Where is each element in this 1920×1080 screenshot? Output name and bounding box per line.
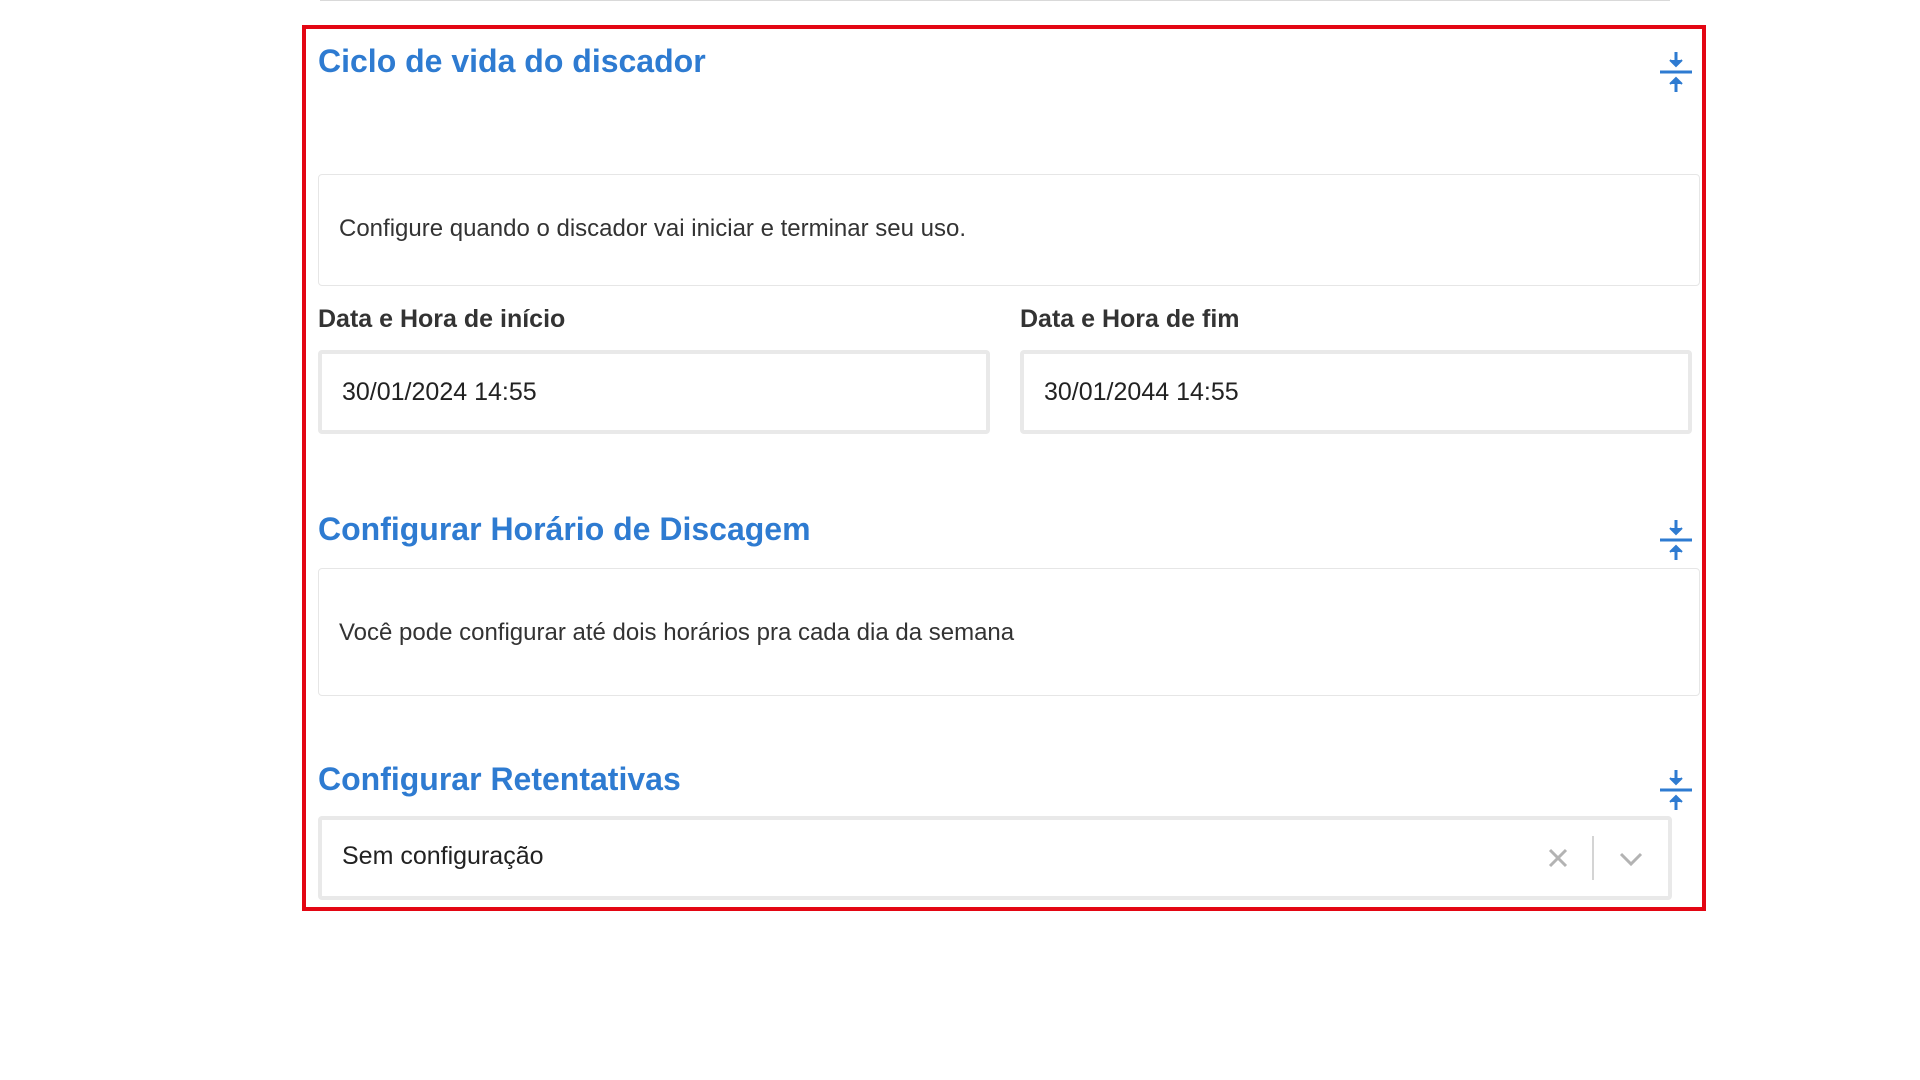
- end-datetime-input[interactable]: [1020, 350, 1692, 434]
- lifecycle-section-header: Ciclo de vida do discador: [318, 40, 1698, 92]
- end-datetime-label: Data e Hora de fim: [1020, 305, 1240, 333]
- top-divider: [320, 0, 1670, 1]
- lifecycle-section-title: Ciclo de vida do discador: [318, 43, 706, 79]
- schedule-section-header: Configurar Horário de Discagem: [318, 508, 1698, 560]
- schedule-description-box: Você pode configurar até dois horários p…: [318, 568, 1700, 696]
- start-datetime-label: Data e Hora de início: [318, 305, 566, 333]
- retries-section-header: Configurar Retentativas: [318, 758, 1698, 810]
- retries-section-title: Configurar Retentativas: [318, 761, 681, 797]
- schedule-collapse-button[interactable]: [1656, 516, 1696, 564]
- lifecycle-date-fields: Data e Hora de início Data e Hora de fim: [318, 302, 1698, 452]
- dialer-settings-panel: Ciclo de vida do discador Configure quan…: [318, 40, 1700, 900]
- page: Ciclo de vida do discador Configure quan…: [0, 0, 1920, 1080]
- retries-section: Configurar Retentativas Sem configuração: [318, 758, 1698, 900]
- collapse-vertical-icon: [1660, 52, 1692, 92]
- retries-collapse-button[interactable]: [1656, 766, 1696, 814]
- select-separator: [1592, 836, 1594, 880]
- lifecycle-description: Configure quando o discador vai iniciar …: [339, 215, 967, 242]
- retries-select[interactable]: Sem configuração: [318, 816, 1672, 900]
- lifecycle-section: Ciclo de vida do discador Configure quan…: [318, 40, 1700, 452]
- schedule-section: Configurar Horário de Discagem Você pode…: [318, 508, 1700, 696]
- start-datetime-input[interactable]: [318, 350, 990, 434]
- schedule-section-title: Configurar Horário de Discagem: [318, 511, 811, 547]
- collapse-vertical-icon: [1660, 520, 1692, 560]
- collapse-vertical-icon: [1660, 770, 1692, 810]
- chevron-down-icon[interactable]: [1616, 848, 1646, 870]
- close-icon[interactable]: [1544, 844, 1572, 872]
- start-datetime-field-group: Data e Hora de início: [318, 302, 990, 434]
- retries-selected-value: Sem configuração: [342, 842, 544, 870]
- lifecycle-description-box: Configure quando o discador vai iniciar …: [318, 174, 1700, 286]
- end-datetime-field-group: Data e Hora de fim: [1020, 302, 1692, 434]
- schedule-description: Você pode configurar até dois horários p…: [339, 619, 1015, 646]
- lifecycle-collapse-button[interactable]: [1656, 48, 1696, 96]
